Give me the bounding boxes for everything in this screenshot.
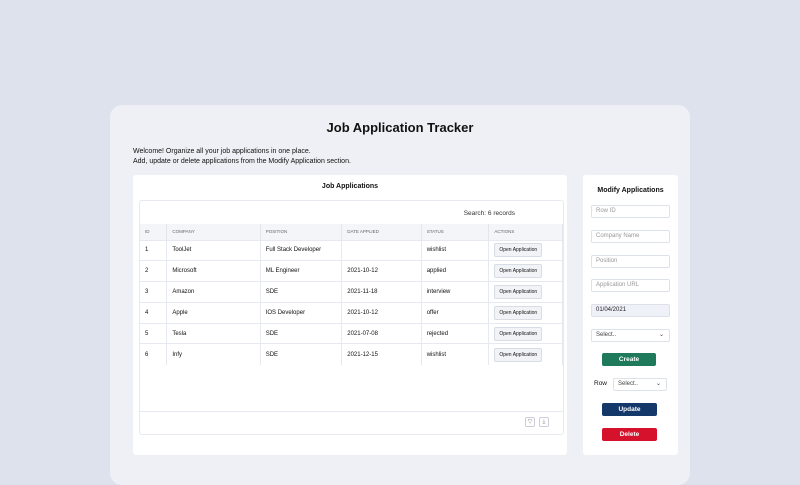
- open-application-button[interactable]: Open Application: [494, 285, 542, 299]
- applications-table: Search: 6 records IDCOMPANYPOSITIONDATE …: [139, 200, 564, 435]
- table-cell: 2021-12-15: [342, 344, 421, 365]
- company-name-input[interactable]: Company Name: [591, 230, 670, 243]
- table-cell: Open Application: [489, 344, 563, 365]
- table-cell: Open Application: [489, 302, 563, 323]
- table-cell: Tesla: [167, 323, 260, 344]
- table-row: 5TeslaSDE2021-07-08rejected Open Applicat…: [140, 323, 563, 344]
- application-url-input[interactable]: Application URL: [591, 279, 670, 292]
- date-picker[interactable]: 01/04/2021: [591, 304, 670, 317]
- table-cell: Open Application: [489, 282, 563, 303]
- column-header[interactable]: DATE APPLIED: [342, 224, 421, 240]
- update-button[interactable]: Update: [602, 403, 657, 416]
- column-header[interactable]: STATUS: [421, 224, 489, 240]
- table-cell: Open Application: [489, 240, 563, 261]
- table-row: 1ToolJetFull Stack Developer wishlist Open…: [140, 240, 563, 261]
- delete-button[interactable]: Delete: [602, 428, 657, 441]
- chevron-down-icon: ⌄: [656, 379, 661, 390]
- status-select[interactable]: Select.. ⌄: [591, 329, 670, 342]
- table-cell: 3: [140, 282, 167, 303]
- table-cell: 5: [140, 323, 167, 344]
- table-cell: Full Stack Developer: [260, 240, 342, 261]
- welcome-text: Welcome! Organize all your job applicati…: [133, 147, 351, 166]
- table-cell: Amazon: [167, 282, 260, 303]
- table-cell: 2021-11-18: [342, 282, 421, 303]
- row-id-input[interactable]: Row ID: [591, 205, 670, 218]
- modify-panel: Modify Applications Row ID Company Name …: [583, 175, 678, 455]
- table-cell: rejected: [421, 323, 489, 344]
- table-cell: 2021-10-12: [342, 261, 421, 282]
- position-input[interactable]: Position: [591, 255, 670, 268]
- table-cell: applied: [421, 261, 489, 282]
- modify-title: Modify Applications: [583, 187, 678, 194]
- table-row: 3AmazonSDE2021-11-18interview Open Applic…: [140, 282, 563, 303]
- welcome-line: Welcome! Organize all your job applicati…: [133, 147, 351, 157]
- table-cell: ToolJet: [167, 240, 260, 261]
- open-application-button[interactable]: Open Application: [494, 306, 542, 320]
- table-cell: interview: [421, 282, 489, 303]
- table-cell: Open Application: [489, 323, 563, 344]
- open-application-button[interactable]: Open Application: [494, 348, 542, 362]
- status-select-value: Select..: [596, 332, 616, 338]
- table-row: 4AppleIOS Developer2021-10-12offer Open A…: [140, 302, 563, 323]
- column-header[interactable]: ACTIONS: [489, 224, 563, 240]
- table-cell: SDE: [260, 282, 342, 303]
- table-footer: [140, 411, 563, 412]
- table-cell: ML Engineer: [260, 261, 342, 282]
- create-button[interactable]: Create: [602, 353, 656, 366]
- table-cell: 2: [140, 261, 167, 282]
- row-select-value: Select..: [618, 381, 638, 387]
- table-cell: SDE: [260, 344, 342, 365]
- open-application-button[interactable]: Open Application: [494, 243, 542, 257]
- table-cell: Infy: [167, 344, 260, 365]
- applications-panel: Job Applications Search: 6 records IDCOM…: [133, 175, 567, 455]
- open-application-button[interactable]: Open Application: [494, 327, 542, 341]
- column-header[interactable]: POSITION: [260, 224, 342, 240]
- table-cell: 6: [140, 344, 167, 365]
- search-records[interactable]: Search: 6 records: [464, 210, 515, 217]
- table-row: 2MicrosoftML Engineer2021-10-12applied Op…: [140, 261, 563, 282]
- table-cell: 1: [140, 240, 167, 261]
- table-cell: offer: [421, 302, 489, 323]
- page-title: Job Application Tracker: [0, 120, 800, 135]
- table-cell: Microsoft: [167, 261, 260, 282]
- table-cell: [342, 240, 421, 261]
- download-icon[interactable]: ⤓: [539, 417, 549, 427]
- table-cell: Open Application: [489, 261, 563, 282]
- table-cell: SDE: [260, 323, 342, 344]
- filter-icon[interactable]: ▽: [525, 417, 535, 427]
- table-cell: Apple: [167, 302, 260, 323]
- table-cell: IOS Developer: [260, 302, 342, 323]
- table-cell: wishlist: [421, 344, 489, 365]
- row-label: Row: [594, 380, 607, 387]
- table-cell: wishlist: [421, 240, 489, 261]
- welcome-line: Add, update or delete applications from …: [133, 157, 351, 167]
- table-row: 6InfySDE2021-12-15wishlist Open Applicati…: [140, 344, 563, 365]
- column-header[interactable]: COMPANY: [167, 224, 260, 240]
- panel-title: Job Applications: [133, 183, 567, 190]
- table-cell: 2021-10-12: [342, 302, 421, 323]
- column-header[interactable]: ID: [140, 224, 167, 240]
- chevron-down-icon: ⌄: [659, 330, 664, 341]
- table-cell: 2021-07-08: [342, 323, 421, 344]
- open-application-button[interactable]: Open Application: [494, 264, 542, 278]
- table-cell: 4: [140, 302, 167, 323]
- row-select[interactable]: Select.. ⌄: [613, 378, 667, 391]
